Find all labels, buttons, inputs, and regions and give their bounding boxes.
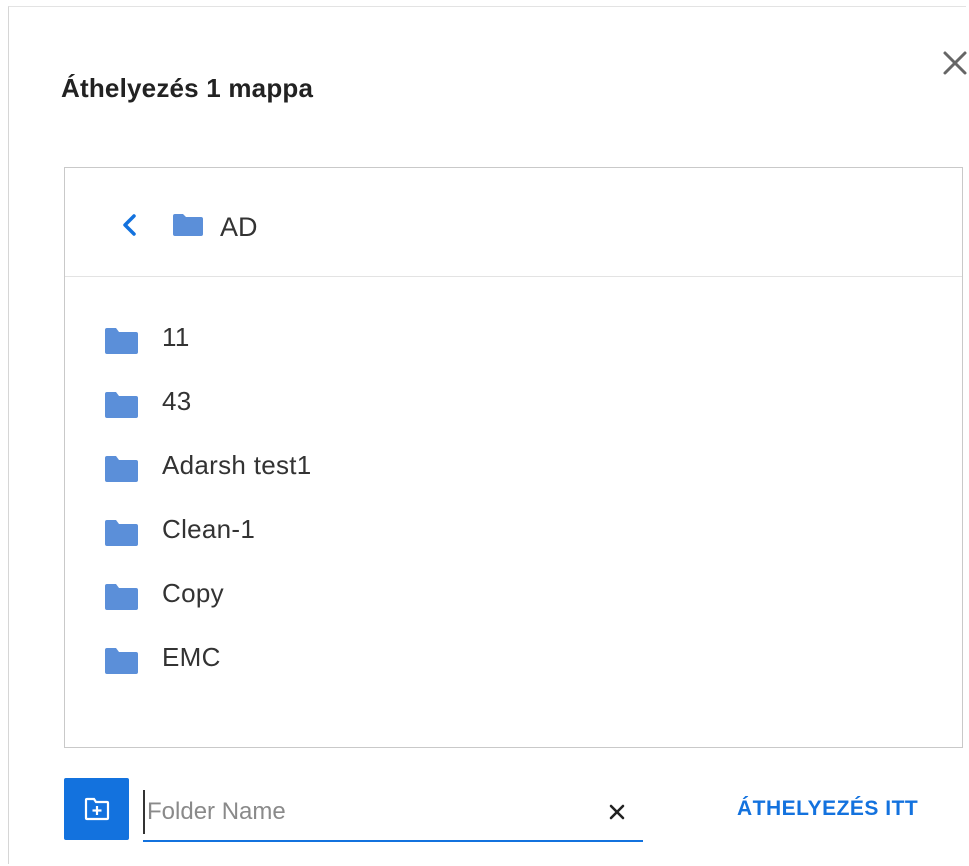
clear-input-button[interactable] [607, 802, 627, 822]
move-here-button[interactable]: ÁTHELYEZÉS ITT [737, 797, 918, 821]
folder-item[interactable]: Adarsh test1 [65, 436, 962, 500]
folder-icon [173, 214, 203, 236]
folder-item[interactable]: Copy [65, 564, 962, 628]
new-folder-button[interactable] [64, 778, 129, 840]
folder-list: 11 43 Adarsh test1 Clean-1 Copy EMC [65, 308, 962, 692]
folder-browser: AD 11 43 Adarsh test1 Clean-1 Copy EMC [64, 167, 963, 748]
folder-icon [105, 584, 138, 610]
folder-item[interactable]: 11 [65, 308, 962, 372]
back-button[interactable] [119, 213, 141, 237]
folder-name: 43 [162, 386, 192, 416]
folder-name-input[interactable] [143, 790, 569, 834]
folder-name: Copy [162, 578, 224, 608]
close-button[interactable] [939, 47, 969, 79]
folder-name: Adarsh test1 [162, 450, 312, 480]
move-dialog: Áthelyezés 1 mappa AD 11 43 Adarsh test1… [8, 6, 969, 864]
current-folder-label: AD [220, 212, 258, 242]
folder-name: 11 [162, 322, 190, 352]
new-folder-icon [84, 797, 110, 821]
folder-item[interactable]: 43 [65, 372, 962, 436]
folder-icon [105, 328, 138, 354]
folder-item[interactable]: EMC [65, 628, 962, 692]
folder-icon [105, 520, 138, 546]
folder-icon [105, 456, 138, 482]
close-icon [943, 51, 967, 75]
dialog-title: Áthelyezés 1 mappa [61, 73, 314, 103]
folder-icon [105, 392, 138, 418]
clear-icon [609, 804, 625, 820]
chevron-left-icon [123, 214, 136, 236]
folder-name: EMC [162, 642, 221, 672]
folder-item[interactable]: Clean-1 [65, 500, 962, 564]
folder-icon [105, 648, 138, 674]
folder-name-field [143, 780, 643, 842]
folder-name: Clean-1 [162, 514, 256, 544]
breadcrumb: AD [65, 168, 962, 277]
